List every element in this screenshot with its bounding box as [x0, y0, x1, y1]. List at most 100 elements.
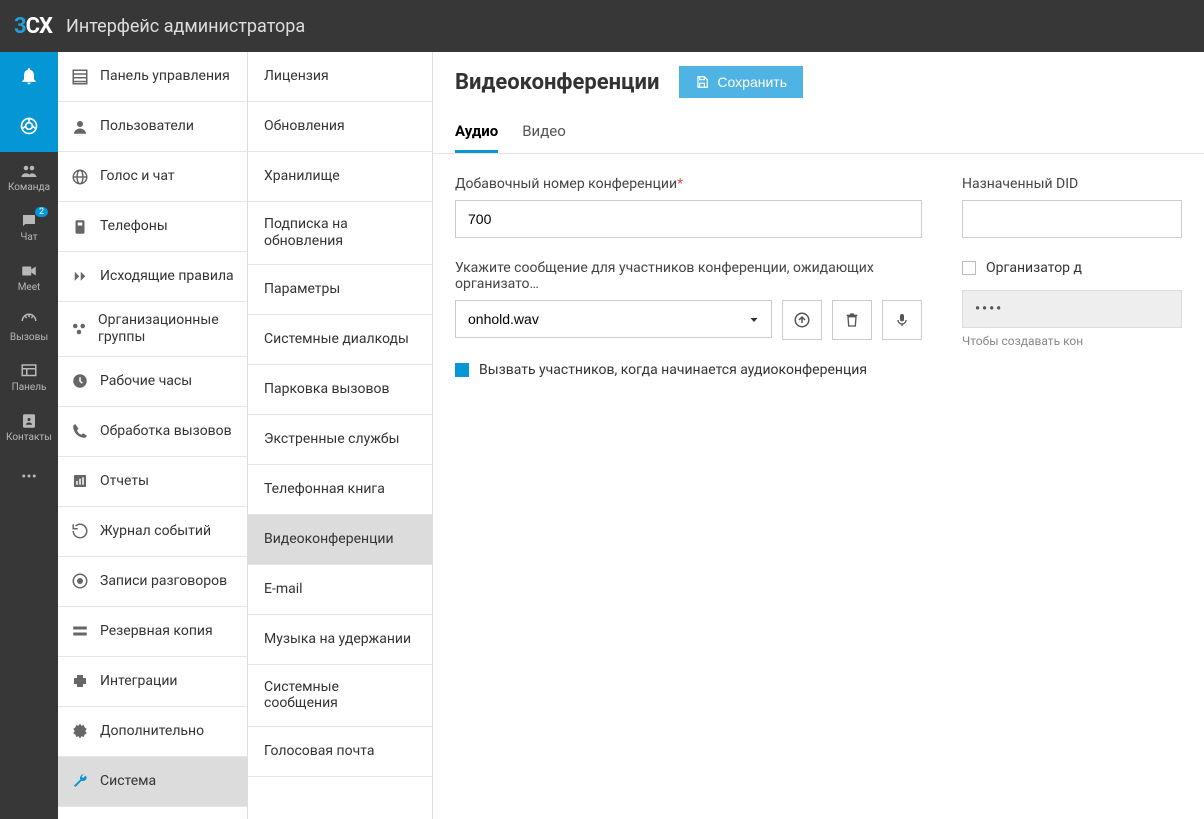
nav1-system[interactable]: Система	[58, 757, 247, 807]
rail: Команда 2 Чат Meet Вызовы Панель	[0, 52, 58, 819]
callout-label: Вызвать участников, когда начинается ауд…	[479, 362, 867, 378]
meet-icon	[20, 262, 38, 280]
wrench-icon	[70, 771, 90, 791]
clock-icon	[70, 371, 90, 391]
gear-icon	[70, 721, 90, 741]
ext-label: Добавочный номер конференции*	[455, 176, 922, 192]
content: Видеоконференции Сохранить Аудио Видео Д…	[433, 52, 1204, 819]
rec-icon	[70, 571, 90, 591]
rail-label-contacts: Контакты	[6, 432, 52, 443]
rail-item-notifications[interactable]	[0, 52, 58, 102]
hold-message-select[interactable]	[455, 300, 772, 338]
record-button[interactable]	[882, 300, 922, 340]
rail-item-more[interactable]	[0, 452, 58, 502]
calls-icon	[20, 312, 38, 330]
nav1-office-hours[interactable]: Рабочие часы	[58, 357, 247, 407]
log-icon	[70, 521, 90, 541]
checkbox-checked-icon	[455, 363, 469, 377]
organizer-checkbox-row[interactable]: Организатор д	[962, 260, 1182, 276]
panel-icon	[20, 362, 38, 380]
nav2-phonebook[interactable]: Телефонная книга	[248, 465, 432, 515]
nav2-voicemail[interactable]: Голосовая почта	[248, 727, 432, 777]
nav2-system-messages[interactable]: Системные сообщения	[248, 665, 432, 728]
dots-icon	[20, 467, 38, 485]
nav2-music-on-hold[interactable]: Музыка на удержании	[248, 615, 432, 665]
upload-icon	[793, 311, 811, 329]
nav1-voice-chat[interactable]: Голос и чат	[58, 152, 247, 202]
user-icon	[70, 117, 90, 137]
save-icon	[695, 75, 709, 89]
conference-extension-input[interactable]	[455, 200, 922, 238]
nav-secondary: Лицензия Обновления Хранилище Подписка н…	[248, 52, 433, 819]
page-title: Видеоконференции	[455, 70, 659, 95]
bell-icon	[19, 66, 39, 86]
required-marker: *	[677, 176, 683, 192]
tabs: Аудио Видео	[433, 114, 1204, 154]
nav1-call-handling[interactable]: Обработка вызовов	[58, 407, 247, 457]
tab-audio[interactable]: Аудио	[455, 114, 498, 153]
chat-badge: 2	[35, 207, 48, 217]
nav1-integrations[interactable]: Интеграции	[58, 657, 247, 707]
microphone-icon	[894, 312, 910, 328]
phones-icon	[70, 217, 90, 237]
rail-item-calls[interactable]: Вызовы	[0, 302, 58, 352]
nav-primary: Панель управления Пользователи Голос и ч…	[58, 52, 248, 819]
did-input[interactable]	[962, 200, 1182, 238]
trash-icon	[844, 312, 860, 328]
groups-icon	[70, 319, 88, 339]
delete-button[interactable]	[832, 300, 872, 340]
rail-label-team: Команда	[8, 182, 50, 193]
callout-checkbox-row[interactable]: Вызвать участников, когда начинается ауд…	[455, 362, 922, 378]
contacts-icon	[20, 412, 38, 430]
nav1-groups[interactable]: Организационные группы	[58, 302, 247, 357]
brand-cx: CX	[26, 14, 52, 39]
backup-icon	[70, 621, 90, 641]
checkbox-empty-icon	[962, 261, 976, 275]
rail-item-chat[interactable]: 2 Чат	[0, 202, 58, 252]
pin-hint: Чтобы создавать кон	[962, 334, 1182, 348]
nav1-phones[interactable]: Телефоны	[58, 202, 247, 252]
nav2-email[interactable]: E-mail	[248, 565, 432, 615]
pin-display: ••••	[962, 290, 1182, 328]
nav1-reports[interactable]: Отчеты	[58, 457, 247, 507]
topbar: 3CX Интерфейс администратора	[0, 0, 1204, 52]
dashboard-icon	[70, 67, 90, 87]
reports-icon	[70, 471, 90, 491]
organizer-label: Организатор д	[986, 260, 1082, 276]
nav2-subscription[interactable]: Подписка на обновления	[248, 202, 432, 265]
nav1-users[interactable]: Пользователи	[58, 102, 247, 152]
msg-label: Укажите сообщение для участников конфере…	[455, 260, 922, 292]
rail-item-meet[interactable]: Meet	[0, 252, 58, 302]
rail-item-browser[interactable]	[0, 102, 58, 152]
brand-3: 3	[14, 14, 26, 39]
rail-label-panel: Панель	[12, 382, 47, 393]
nav1-dashboard[interactable]: Панель управления	[58, 52, 247, 102]
nav1-advanced[interactable]: Дополнительно	[58, 707, 247, 757]
nav2-parameters[interactable]: Параметры	[248, 265, 432, 315]
rail-item-team[interactable]: Команда	[0, 152, 58, 202]
rail-item-panel[interactable]: Панель	[0, 352, 58, 402]
team-icon	[20, 162, 38, 180]
nav2-updates[interactable]: Обновления	[248, 102, 432, 152]
nav2-dialcodes[interactable]: Системные диалкоды	[248, 315, 432, 365]
nav2-call-parking[interactable]: Парковка вызовов	[248, 365, 432, 415]
nav2-video-conf[interactable]: Видеоконференции	[248, 515, 432, 565]
nav1-backup[interactable]: Резервная копия	[58, 607, 247, 657]
upload-button[interactable]	[782, 300, 822, 340]
rail-item-contacts[interactable]: Контакты	[0, 402, 58, 452]
did-label: Назначенный DID	[962, 176, 1182, 192]
nav2-license[interactable]: Лицензия	[248, 52, 432, 102]
nav2-storage[interactable]: Хранилище	[248, 152, 432, 202]
nav1-recordings[interactable]: Записи разговоров	[58, 557, 247, 607]
puzzle-icon	[70, 671, 90, 691]
handset-icon	[70, 421, 90, 441]
rail-label-calls: Вызовы	[10, 332, 48, 343]
nav2-emergency[interactable]: Экстренные службы	[248, 415, 432, 465]
outgoing-icon	[70, 267, 90, 287]
nav1-outbound-rules[interactable]: Исходящие правила	[58, 252, 247, 302]
nav1-event-log[interactable]: Журнал событий	[58, 507, 247, 557]
save-button[interactable]: Сохранить	[679, 66, 803, 98]
tab-video[interactable]: Видео	[522, 114, 566, 153]
globe-icon	[70, 167, 90, 187]
save-label: Сохранить	[717, 74, 787, 90]
